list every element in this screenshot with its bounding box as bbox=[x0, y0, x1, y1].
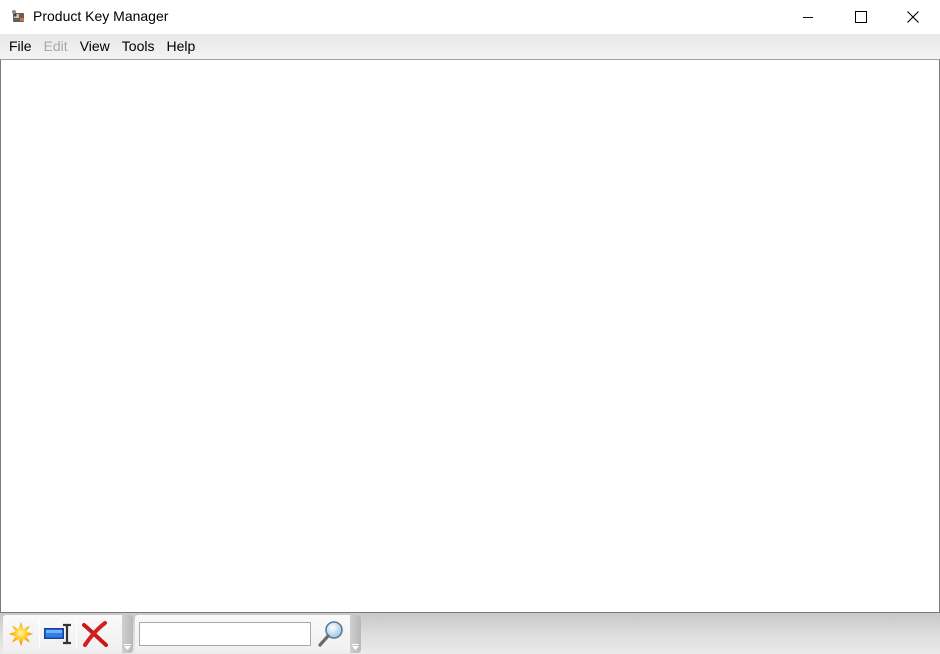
product-key-list[interactable] bbox=[0, 59, 940, 613]
action-toolstrip bbox=[3, 615, 133, 653]
search-input[interactable] bbox=[139, 622, 311, 646]
rename-button[interactable] bbox=[40, 616, 76, 652]
dropdown-arrow-icon bbox=[124, 644, 131, 650]
maximize-icon bbox=[855, 10, 867, 23]
new-star-icon bbox=[9, 622, 33, 646]
minimize-button[interactable] bbox=[785, 0, 831, 33]
bottom-toolbar-area bbox=[0, 613, 940, 654]
magnifier-icon bbox=[318, 621, 343, 647]
rename-field-icon bbox=[44, 623, 71, 645]
delete-button[interactable] bbox=[77, 616, 113, 652]
title-bar: Product Key Manager bbox=[0, 0, 940, 34]
menu-tools[interactable]: Tools bbox=[116, 34, 161, 59]
app-window: Product Key Manager File Edit View Tools… bbox=[0, 0, 940, 654]
key-manager-app-icon bbox=[12, 10, 24, 22]
menu-view[interactable]: View bbox=[74, 34, 116, 59]
window-title: Product Key Manager bbox=[33, 8, 169, 24]
toolstrip-grip[interactable] bbox=[350, 615, 361, 653]
menu-help[interactable]: Help bbox=[160, 34, 201, 59]
delete-x-icon bbox=[82, 621, 108, 647]
menu-file[interactable]: File bbox=[3, 34, 38, 59]
new-button[interactable] bbox=[3, 616, 39, 652]
maximize-button[interactable] bbox=[838, 0, 884, 33]
search-toolstrip bbox=[135, 615, 361, 653]
close-icon bbox=[907, 10, 919, 23]
dropdown-arrow-icon bbox=[352, 644, 359, 650]
search-button[interactable] bbox=[315, 618, 347, 650]
minimize-icon bbox=[803, 16, 813, 18]
menu-bar: File Edit View Tools Help bbox=[0, 34, 940, 59]
menu-edit: Edit bbox=[43, 38, 68, 54]
close-button[interactable] bbox=[890, 0, 936, 33]
toolstrip-grip[interactable] bbox=[122, 615, 133, 653]
